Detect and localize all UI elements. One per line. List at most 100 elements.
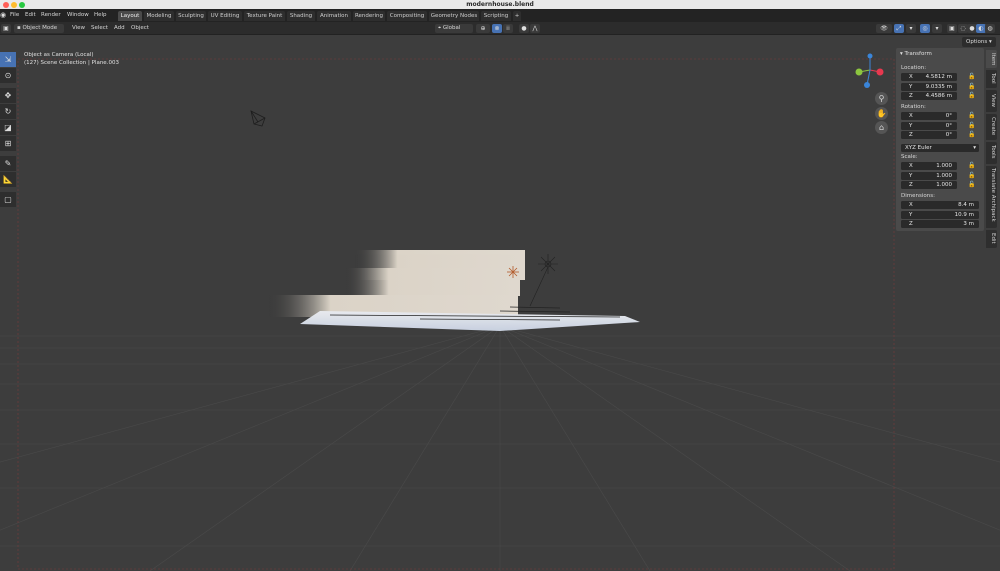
menu-add[interactable]: Add — [114, 22, 125, 35]
tab-rendering[interactable]: Rendering — [353, 11, 385, 21]
tab-shading[interactable]: Shading — [287, 11, 315, 21]
menu-view[interactable]: View — [72, 22, 85, 35]
axis-label: Z — [909, 221, 913, 227]
location-y-field[interactable]: Y 9.0335 m — [901, 83, 957, 91]
lock-icon[interactable]: 🔓 — [968, 73, 975, 80]
scale-y-field[interactable]: Y 1.000 — [901, 172, 957, 180]
menu-help[interactable]: Help — [94, 9, 107, 22]
tab-uv-editing[interactable]: UV Editing — [208, 11, 242, 21]
location-x-field[interactable]: X 4.5812 m — [901, 73, 957, 81]
field-value: 0° — [945, 123, 952, 129]
annotate-tool-icon[interactable]: ✎ — [0, 156, 16, 171]
house-model — [268, 250, 640, 331]
menu-render[interactable]: Render — [41, 9, 61, 22]
scale-z-field[interactable]: Z 1.000 — [901, 181, 957, 189]
menu-select[interactable]: Select — [91, 22, 108, 35]
rotation-mode-dropdown[interactable]: XYZ Euler ▾ — [901, 144, 979, 152]
shading-rendered-icon[interactable]: ◍ — [985, 24, 995, 33]
snap-target-icon[interactable]: ⁞⁞ — [503, 24, 513, 33]
lock-icon[interactable]: 🔓 — [968, 181, 975, 188]
collection-info-label: (127) Scene Collection | Plane.003 — [24, 60, 119, 66]
pan-hand-icon[interactable]: ✋ — [875, 107, 888, 120]
tab-tool[interactable]: Tool — [986, 70, 997, 88]
transform-orientation-dropdown[interactable]: ⌖ Global — [435, 24, 473, 33]
tab-texture-paint[interactable]: Texture Paint — [244, 11, 285, 21]
dimensions-z-field[interactable]: Z 3 m — [901, 220, 979, 228]
tab-item-label: Item — [990, 53, 996, 66]
transform-panel-header[interactable]: ▾ Transform — [900, 51, 932, 57]
menu-object[interactable]: Object — [131, 22, 149, 35]
scale-x-field[interactable]: X 1.000 — [901, 162, 957, 170]
window-title: modernhouse.blend — [466, 1, 534, 8]
tab-scripting[interactable]: Scripting — [481, 11, 511, 21]
lock-icon[interactable]: 🔓 — [968, 112, 975, 119]
move-tool-icon[interactable]: ✥ — [0, 88, 16, 103]
tab-view[interactable]: View — [986, 90, 997, 112]
options-label: Options — [966, 39, 988, 45]
dimensions-x-field[interactable]: X 8.4 m — [901, 201, 979, 209]
measure-tool-icon[interactable]: 📐 — [0, 172, 16, 187]
tab-create[interactable]: Create — [986, 114, 997, 140]
viewport-grid — [0, 58, 1000, 571]
tab-animation[interactable]: Animation — [317, 11, 351, 21]
tab-layout[interactable]: Layout — [118, 11, 142, 21]
tab-tools[interactable]: Tools — [986, 142, 997, 164]
add-workspace-button[interactable]: + — [513, 11, 521, 21]
scale-tool-icon[interactable]: ◪ — [0, 120, 16, 135]
camera-view-icon[interactable]: ⌂ — [875, 121, 888, 134]
axis-label: Z — [909, 132, 913, 138]
lock-icon[interactable]: 🔓 — [968, 92, 975, 99]
visibility-icon[interactable]: 👁 — [876, 24, 892, 33]
lock-icon[interactable]: 🔓 — [968, 131, 975, 138]
tab-translate-archipack[interactable]: Translate Archipack — [986, 166, 997, 228]
chevron-down-icon: ▾ — [973, 145, 976, 151]
rotation-y-field[interactable]: Y 0° — [901, 122, 957, 130]
mode-dropdown[interactable]: ▪ Object Mode — [14, 24, 64, 33]
transform-tool-icon[interactable]: ⊞ — [0, 136, 16, 151]
dimensions-y-field[interactable]: Y 10.9 m — [901, 211, 979, 219]
lock-icon[interactable]: 🔓 — [968, 122, 975, 129]
dimensions-label: Dimensions: — [901, 193, 935, 199]
viewport-header: ▣ ▪ Object Mode View Select Add Object ⌖… — [0, 22, 1000, 35]
cursor-tool-icon[interactable]: ⊙ — [0, 68, 16, 83]
options-dropdown[interactable]: Options ▾ — [962, 37, 996, 47]
sun-lamp-icon — [529, 254, 558, 307]
gizmo-toggle-icon[interactable]: ⤢ — [894, 24, 904, 33]
gizmo-dropdown-icon[interactable]: ▾ — [906, 24, 916, 33]
falloff-icon[interactable]: ⋀ — [530, 24, 540, 33]
select-box-tool-icon[interactable]: ⇲ — [0, 52, 16, 67]
tab-geometry-nodes[interactable]: Geometry Nodes — [429, 11, 479, 21]
orientation-label: Global — [442, 25, 461, 31]
field-value: 0° — [945, 113, 952, 119]
proportional-editing-icon[interactable]: ● — [519, 24, 529, 33]
tab-edit[interactable]: Edit — [986, 230, 997, 248]
blender-logo-icon[interactable]: ◉ — [0, 9, 8, 22]
menu-file[interactable]: File — [10, 9, 19, 22]
pivot-point-icon[interactable]: ⊕ — [476, 24, 490, 33]
menu-edit[interactable]: Edit — [25, 9, 36, 22]
location-z-field[interactable]: Z 4.4586 m — [901, 92, 957, 100]
lock-icon[interactable]: 🔓 — [968, 162, 975, 169]
3d-viewport[interactable]: Object as Camera (Local) (127) Scene Col… — [0, 36, 1000, 571]
tab-compositing[interactable]: Compositing — [387, 11, 427, 21]
scale-label: Scale: — [901, 154, 918, 160]
axis-label: X — [909, 202, 913, 208]
tab-sculpting[interactable]: Sculpting — [176, 11, 206, 21]
rotate-tool-icon[interactable]: ↻ — [0, 104, 16, 119]
rotation-x-field[interactable]: X 0° — [901, 112, 957, 120]
tab-item[interactable]: Item — [986, 50, 997, 68]
add-cube-tool-icon[interactable]: ▢ — [0, 192, 16, 207]
overlay-dropdown-icon[interactable]: ▾ — [932, 24, 942, 33]
lock-icon[interactable]: 🔓 — [968, 83, 975, 90]
tab-modeling[interactable]: Modeling — [144, 11, 174, 21]
navigation-gizmo[interactable] — [852, 50, 888, 90]
tab-translate-archipack-label: Translate Archipack — [990, 168, 996, 222]
snap-icon[interactable]: ⊗ — [492, 24, 502, 33]
zoom-icon[interactable]: ⚲ — [875, 92, 888, 105]
overlay-toggle-icon[interactable]: ◎ — [920, 24, 930, 33]
xray-icon[interactable]: ▣ — [947, 24, 957, 33]
rotation-z-field[interactable]: Z 0° — [901, 131, 957, 139]
lock-icon[interactable]: 🔓 — [968, 172, 975, 179]
menu-window[interactable]: Window — [67, 9, 89, 22]
editor-type-icon[interactable]: ▣ — [1, 24, 11, 33]
